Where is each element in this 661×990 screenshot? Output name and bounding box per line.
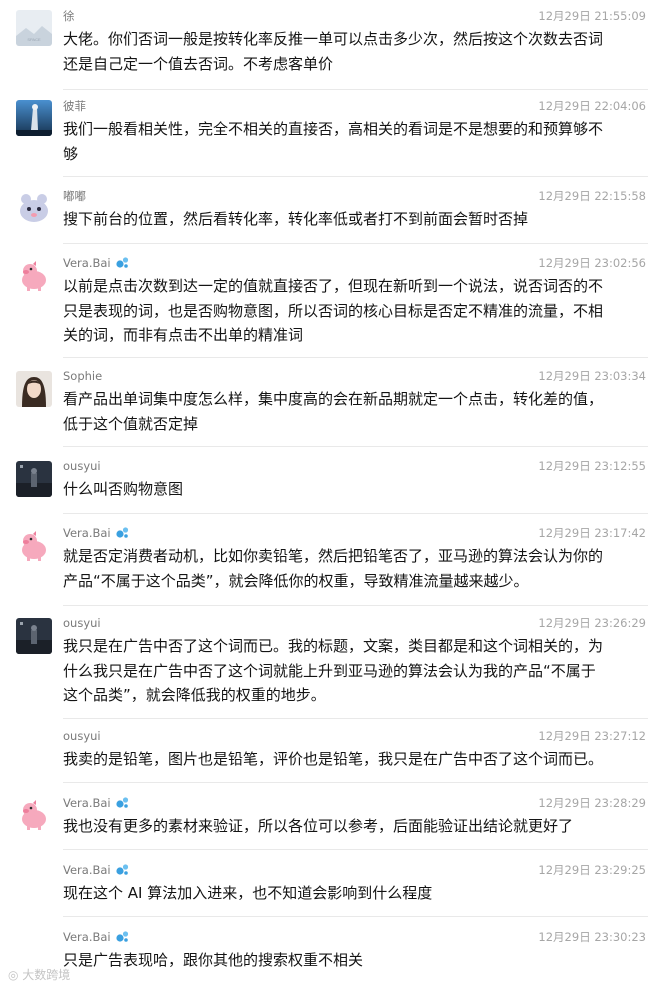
sender-name-label: 嘟嘟 (63, 189, 86, 203)
avatar[interactable] (16, 371, 52, 407)
divider (63, 89, 648, 90)
sender-name-label: Vera.Bai (63, 256, 111, 270)
sender-name-label: Vera.Bai (63, 863, 111, 877)
avatar[interactable] (16, 190, 52, 226)
timestamp: 12月29日 23:12:55 (538, 459, 646, 473)
sender-name-label: 彼菲 (63, 99, 86, 113)
sender-name[interactable]: Vera.Bai (63, 255, 129, 273)
divider (63, 782, 648, 783)
message-text: 以前是点击次数到达一定的值就直接否了，但现在新听到一个说法，说否词否的不 只是表… (63, 277, 604, 344)
divider (63, 513, 648, 514)
divider (63, 849, 648, 850)
message-text: 我只是在广告中否了这个词而已。我的标题，文案，类目都是和这个词相关的，为 什么我… (63, 637, 604, 704)
sender-name-label: Sophie (63, 369, 103, 383)
message-text: 我卖的是铅笔，图片也是铅笔，评价也是铅笔，我只是在广告中否了这个词而已。 (63, 750, 604, 768)
sender-name[interactable]: Vera.Bai (63, 929, 129, 947)
timestamp: 12月29日 23:02:56 (538, 256, 646, 270)
message-text: 只是广告表现哈，跟你其他的搜索权重不相关 (63, 951, 364, 969)
avatar[interactable] (16, 797, 52, 833)
message-text: 看产品出单词集中度怎么样，集中度高的会在新品期就定一个点击，转化差的值， 低于这… (63, 390, 604, 433)
sender-name-label: Vera.Bai (63, 930, 111, 944)
divider (63, 176, 648, 177)
divider (63, 916, 648, 917)
message-text: 就是否定消费者动机，比如你卖铅笔，然后把铅笔否了，亚马逊的算法会认为你的 产品“… (63, 547, 604, 590)
sender-name-label: ousyui (63, 729, 101, 743)
divider (63, 243, 648, 244)
message-text: 现在这个 AI 算法加入进来，也不知道会影响到什么程度 (63, 884, 433, 902)
timestamp: 12月29日 23:28:29 (538, 796, 646, 810)
timestamp: 12月29日 23:30:23 (538, 930, 646, 944)
sender-name[interactable]: 彼菲 (63, 98, 86, 114)
sender-name[interactable]: Vera.Bai (63, 862, 129, 880)
watermark-text: 大数跨境 (22, 968, 71, 982)
timestamp: 12月29日 23:26:29 (538, 616, 646, 630)
sender-name[interactable]: 嘟嘟 (63, 188, 86, 204)
sender-name[interactable]: Vera.Bai (63, 795, 129, 813)
sender-name-label: 徐 (63, 9, 75, 23)
avatar[interactable] (16, 258, 52, 294)
message-text: 大佬。你们否词一般是按转化率反推一单可以点击多少次，然后按这个次数去否词 还是自… (63, 30, 604, 73)
avatar[interactable] (16, 618, 52, 654)
droplet-badge-icon (115, 256, 129, 273)
message-text: 什么叫否购物意图 (63, 480, 184, 498)
message-text: 我们一般看相关性，完全不相关的直接否，高相关的看词是不是想要的和预算够不 够 (63, 120, 604, 163)
droplet-badge-icon (115, 796, 129, 813)
sender-name-label: Vera.Bai (63, 796, 111, 810)
avatar[interactable] (16, 100, 52, 136)
sender-name[interactable]: Vera.Bai (63, 525, 129, 543)
sender-name-label: ousyui (63, 616, 101, 630)
sender-name[interactable]: ousyui (63, 615, 101, 631)
svg-text:SPACE: SPACE (27, 37, 41, 42)
avatar[interactable] (16, 528, 52, 564)
timestamp: 12月29日 22:15:58 (538, 189, 646, 203)
sender-name-label: Vera.Bai (63, 526, 111, 540)
divider (63, 605, 648, 606)
divider (63, 357, 648, 358)
divider (63, 446, 648, 447)
watermark: ◎ 大数跨境 (8, 966, 70, 984)
timestamp: 12月29日 22:04:06 (538, 99, 646, 113)
message-text: 搜下前台的位置，然后看转化率，转化率低或者打不到前面会暂时否掉 (63, 210, 529, 228)
divider (63, 718, 648, 719)
droplet-badge-icon (115, 526, 129, 543)
sender-name[interactable]: ousyui (63, 728, 101, 744)
timestamp: 12月29日 23:29:25 (538, 863, 646, 877)
droplet-badge-icon (115, 930, 129, 947)
avatar[interactable]: SPACE (16, 10, 52, 46)
message-text: 我也没有更多的素材来验证，所以各位可以参考，后面能验证出结论就更好了 (63, 817, 574, 835)
watermark-logo-icon: ◎ (8, 968, 23, 982)
sender-name[interactable]: 徐 (63, 8, 75, 24)
timestamp: 12月29日 23:03:34 (538, 369, 646, 383)
timestamp: 12月29日 23:27:12 (538, 729, 646, 743)
timestamp: 12月29日 23:17:42 (538, 526, 646, 540)
sender-name-label: ousyui (63, 459, 101, 473)
timestamp: 12月29日 21:55:09 (538, 9, 646, 23)
avatar[interactable] (16, 461, 52, 497)
sender-name[interactable]: ousyui (63, 458, 101, 474)
droplet-badge-icon (115, 863, 129, 880)
sender-name[interactable]: Sophie (63, 368, 102, 384)
